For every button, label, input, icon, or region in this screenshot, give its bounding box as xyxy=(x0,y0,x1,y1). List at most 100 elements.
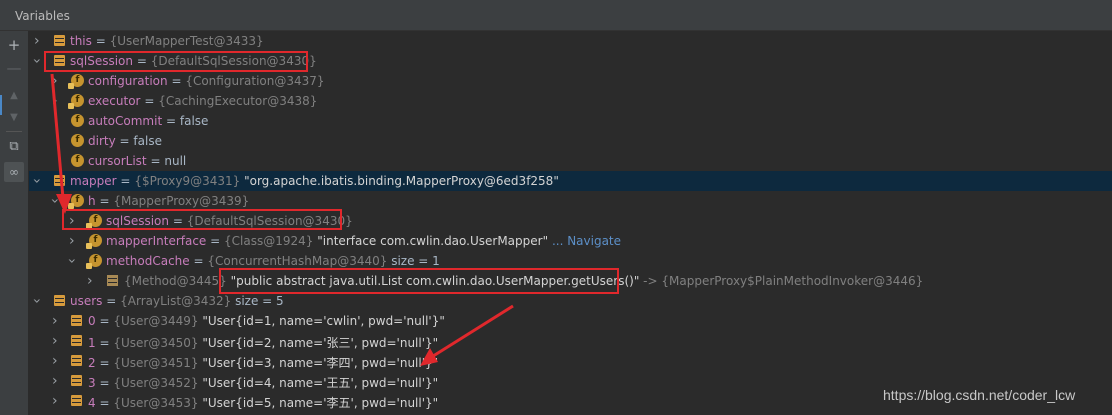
tree-row-mapperinterface[interactable]: f mapperInterface = {Class@1924} "interf… xyxy=(29,231,1112,251)
map-entry-icon xyxy=(107,275,118,286)
var-ref: {UserMapperTest@3433} xyxy=(109,34,264,48)
toolbar-accent xyxy=(0,95,2,115)
collapse-arrow-icon[interactable] xyxy=(34,174,44,188)
tree-row-autocommit[interactable]: f autoCommit = false xyxy=(29,111,1112,131)
tree-row-configuration[interactable]: f configuration = {Configuration@3437} xyxy=(29,71,1112,91)
field-icon xyxy=(71,375,82,386)
panel-title: Variables xyxy=(15,9,70,23)
field-icon xyxy=(54,35,65,46)
var-ref: {User@3451} xyxy=(113,356,199,370)
tree-row-user-2[interactable]: 2 = {User@3451} "User{id=3, name='李四', p… xyxy=(29,351,1112,371)
tree-row-mapper[interactable]: mapper = {$Proxy9@3431} "org.apache.ibat… xyxy=(29,171,1112,191)
var-string: "interface com.cwlin.dao.UserMapper" xyxy=(317,234,549,248)
variables-panel-header: Variables xyxy=(0,0,1112,31)
final-field-icon: f xyxy=(68,94,84,109)
var-name: mapperInterface xyxy=(106,234,207,248)
collapse-arrow-icon[interactable] xyxy=(34,294,44,308)
var-ref: {ArrayList@3432} xyxy=(120,294,232,308)
expand-arrow-icon[interactable] xyxy=(52,334,62,348)
field-icon xyxy=(71,335,82,346)
highlight-box-h-sqlsession xyxy=(62,209,342,230)
var-ref: {User@3453} xyxy=(113,396,199,410)
var-name: h xyxy=(88,194,96,208)
var-string: "User{id=1, name='cwlin', pwd='null'}" xyxy=(202,314,445,328)
tree-row-user-0[interactable]: 0 = {User@3449} "User{id=1, name='cwlin'… xyxy=(29,311,1112,331)
toolbar-separator xyxy=(6,131,22,132)
expand-arrow-icon[interactable] xyxy=(52,314,62,328)
var-name: 2 xyxy=(88,356,96,370)
field-icon xyxy=(54,175,65,186)
collapse-arrow-icon[interactable] xyxy=(69,254,79,268)
var-name: methodCache xyxy=(106,254,190,268)
var-ref: {$Proxy9@3431} xyxy=(134,174,241,188)
arrow-down-icon[interactable]: ▼ xyxy=(4,107,24,127)
expand-arrow-icon[interactable] xyxy=(87,274,97,288)
var-value: null xyxy=(164,154,187,168)
collapse-arrow-icon[interactable] xyxy=(52,194,62,208)
var-name: this xyxy=(70,34,92,48)
var-ref: {Class@1924} xyxy=(224,234,314,248)
tree-row-this[interactable]: this = {UserMapperTest@3433} xyxy=(29,31,1112,51)
expand-arrow-icon[interactable] xyxy=(52,74,62,88)
var-name: 0 xyxy=(88,314,96,328)
entry-value-ref: {MapperProxy$PlainMethodInvoker@3446} xyxy=(661,274,924,288)
var-ref: {Configuration@3437} xyxy=(185,74,325,88)
highlight-box-sqlsession xyxy=(44,51,308,72)
copy-icon[interactable]: ⧉ xyxy=(4,136,24,156)
var-string: "User{id=5, name='李五', pwd='null'}" xyxy=(202,396,439,410)
expand-arrow-icon[interactable] xyxy=(69,234,79,248)
arrow-up-icon[interactable]: ▲ xyxy=(4,85,24,105)
collapse-arrow-icon[interactable] xyxy=(34,54,44,68)
tree-row-executor[interactable]: f executor = {CachingExecutor@3438} xyxy=(29,91,1112,111)
minus-icon[interactable]: — xyxy=(4,58,24,78)
var-name: 3 xyxy=(88,376,96,390)
var-ref: {User@3452} xyxy=(113,376,199,390)
var-size: size = 5 xyxy=(235,294,284,308)
var-ref: {CachingExecutor@3438} xyxy=(158,94,318,108)
expand-arrow-icon[interactable] xyxy=(52,394,62,408)
tree-row-dirty[interactable]: f dirty = false xyxy=(29,131,1112,151)
highlight-box-method-key xyxy=(219,268,619,294)
var-name: cursorList xyxy=(88,154,147,168)
var-name: configuration xyxy=(88,74,168,88)
field-icon: f xyxy=(71,154,84,167)
field-icon: f xyxy=(71,114,84,127)
entry-arrow: -> xyxy=(643,274,658,288)
expand-arrow-icon[interactable] xyxy=(52,374,62,388)
var-value: false xyxy=(179,114,209,128)
var-name: executor xyxy=(88,94,141,108)
final-field-icon: f xyxy=(68,194,84,209)
field-icon xyxy=(71,395,82,406)
var-name: autoCommit xyxy=(88,114,163,128)
final-field-icon: f xyxy=(86,254,102,269)
glasses-icon[interactable]: ∞ xyxy=(4,162,24,182)
var-name: 4 xyxy=(88,396,96,410)
navigate-link[interactable]: ... Navigate xyxy=(552,234,621,248)
var-ref: {User@3450} xyxy=(113,336,199,350)
var-ref: {User@3449} xyxy=(113,314,199,328)
var-string: "User{id=2, name='张三', pwd='null'}" xyxy=(202,336,439,350)
variables-toolbar: + — ▲ ▼ ⧉ ∞ xyxy=(0,31,29,415)
var-name: mapper xyxy=(70,174,117,188)
var-string: "org.apache.ibatis.binding.MapperProxy@6… xyxy=(244,174,559,188)
var-name: users xyxy=(70,294,103,308)
expand-arrow-icon[interactable] xyxy=(52,94,62,108)
var-name: 1 xyxy=(88,336,96,350)
var-name: dirty xyxy=(88,134,116,148)
tree-row-users[interactable]: users = {ArrayList@3432} size = 5 xyxy=(29,291,1112,311)
tree-row-user-1[interactable]: 1 = {User@3450} "User{id=2, name='张三', p… xyxy=(29,331,1112,351)
var-ref: {ConcurrentHashMap@3440} xyxy=(207,254,388,268)
var-size: size = 1 xyxy=(391,254,440,268)
tree-row-cursorlist[interactable]: f cursorList = null xyxy=(29,151,1112,171)
expand-arrow-icon[interactable] xyxy=(34,34,44,48)
expand-arrow-icon[interactable] xyxy=(52,354,62,368)
var-string: "User{id=3, name='李四', pwd='null'}" xyxy=(202,356,439,370)
plus-icon[interactable]: + xyxy=(4,35,24,55)
watermark: https://blog.csdn.net/coder_lcw xyxy=(883,387,1076,403)
final-field-icon: f xyxy=(68,74,84,89)
field-icon xyxy=(54,295,65,306)
var-value: false xyxy=(133,134,162,148)
tree-row-h[interactable]: f h = {MapperProxy@3439} xyxy=(29,191,1112,211)
field-icon xyxy=(71,315,82,326)
final-field-icon: f xyxy=(86,234,102,249)
